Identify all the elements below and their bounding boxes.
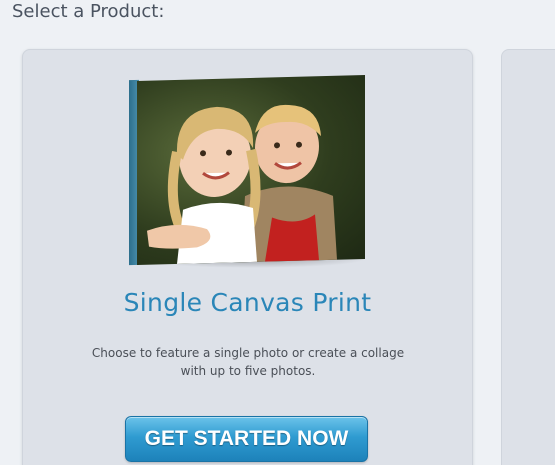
product-description: Choose to feature a single photo or crea…: [91, 346, 405, 378]
product-card-single-canvas: Single Canvas Print Choose to feature a …: [22, 49, 473, 465]
product-card-next-partial[interactable]: [501, 49, 555, 465]
canvas-photo: [137, 75, 365, 265]
page-title: Select a Product:: [12, 1, 165, 22]
product-image[interactable]: [129, 75, 367, 270]
product-title[interactable]: Single Canvas Print: [23, 288, 472, 317]
children-photo-illustration: [147, 104, 337, 264]
get-started-button[interactable]: GET STARTED NOW: [125, 416, 368, 462]
